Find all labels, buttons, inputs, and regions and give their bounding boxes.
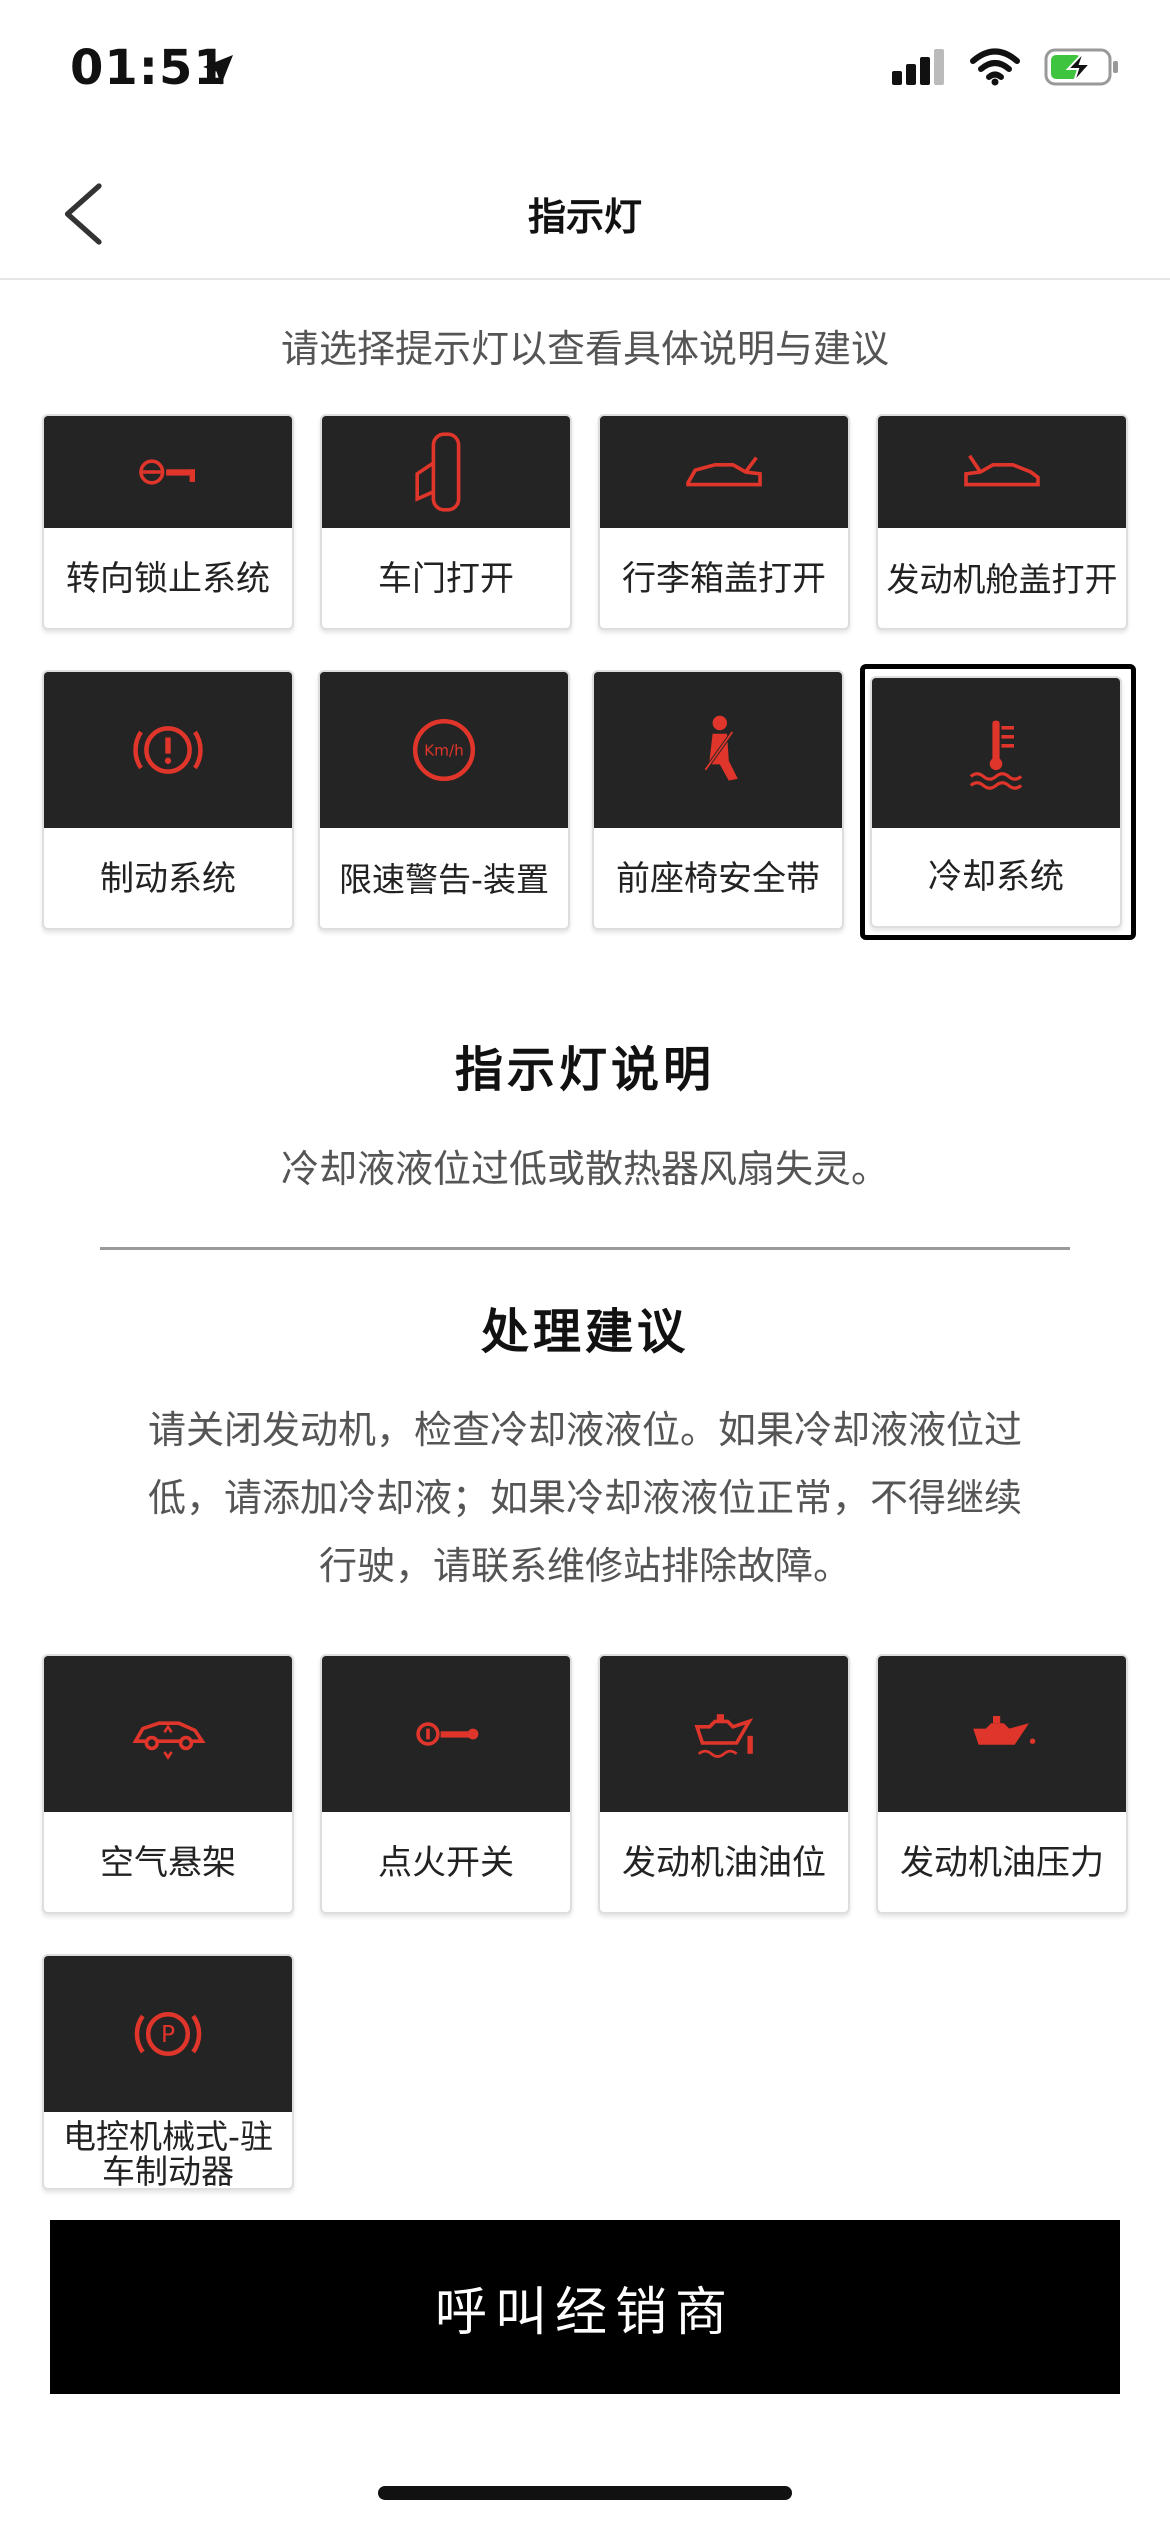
tile-label: 制动系统 — [100, 859, 236, 900]
call-dealer-button[interactable]: 呼叫经销商 — [50, 2220, 1120, 2394]
advice-text: 请关闭发动机，检查冷却液液位。如果冷却液液位过 低，请添加冷却液；如果冷却液液位… — [110, 1396, 1060, 1600]
brake-warning-icon — [133, 726, 203, 774]
tile-label: 行李箱盖打开 — [622, 559, 826, 600]
indicator-tile-hood-open[interactable]: 发动机舱盖打开 — [876, 414, 1128, 630]
battery-charging-icon — [1044, 48, 1118, 86]
speed-limit-icon: Km/h — [412, 718, 476, 782]
indicator-tile-brake-system[interactable]: 制动系统 — [42, 670, 294, 930]
tile-label: 点火开关 — [378, 1843, 514, 1884]
description-title: 指示灯说明 — [454, 1042, 715, 1098]
selection-hint: 请选择提示灯以查看具体说明与建议 — [280, 327, 889, 371]
tile-label: 转向锁止系统 — [66, 559, 270, 600]
location-arrow-icon — [203, 55, 233, 85]
tile-label: 电控机械式-驻车制动器 — [63, 2117, 273, 2190]
indicator-tile-door-open[interactable]: 车门打开 — [320, 414, 572, 630]
advice-title: 处理建议 — [480, 1304, 689, 1360]
oil-level-icon — [694, 1714, 754, 1758]
home-indicator[interactable] — [378, 2486, 792, 2500]
tile-label: 发动机舱盖打开 — [886, 559, 1118, 599]
indicator-tile-steering-lock[interactable]: 转向锁止系统 — [42, 414, 294, 630]
indicator-tile-cooling-system[interactable]: 冷却系统 — [870, 676, 1122, 928]
indicator-tile-parking-brake[interactable]: P 电控机械式-驻车制动器 — [42, 1954, 294, 2190]
page-title: 指示灯 — [527, 195, 642, 239]
navigation-bar: 指示灯 — [0, 150, 1170, 280]
hood-open-icon — [964, 454, 1040, 487]
tile-label: 车门打开 — [378, 559, 514, 600]
advice-line: 请关闭发动机，检查冷却液液位。如果冷却液液位过 — [147, 1408, 1022, 1452]
tile-label: 冷却系统 — [928, 857, 1064, 898]
oil-pressure-icon — [973, 1716, 1036, 1745]
description-text: 冷却液液位过低或散热器风扇失灵。 — [280, 1147, 889, 1191]
svg-text:Km/h: Km/h — [424, 741, 464, 759]
indicator-tile-ignition-switch[interactable]: 点火开关 — [320, 1654, 572, 1914]
indicator-tile-air-suspension[interactable]: 空气悬架 — [42, 1654, 294, 1914]
wifi-icon — [970, 48, 1020, 86]
door-open-icon — [415, 432, 461, 512]
tile-label: 发动机油压力 — [900, 1843, 1104, 1884]
indicator-tile-trunk-open[interactable]: 行李箱盖打开 — [598, 414, 850, 630]
advice-line: 低，请添加冷却液；如果冷却液液位正常，不得继续 — [147, 1476, 1022, 1520]
cellular-signal-icon — [892, 49, 944, 85]
steering-key-icon — [139, 459, 195, 485]
tile-label: 限速警告-装置 — [339, 859, 549, 899]
status-bar: 01:51 — [0, 0, 1170, 150]
tile-label: 前座椅安全带 — [616, 859, 820, 900]
svg-text:P: P — [161, 2020, 175, 2048]
section-divider — [100, 1247, 1070, 1250]
air-suspension-icon — [132, 1721, 206, 1760]
tile-label: 空气悬架 — [100, 1843, 236, 1884]
indicator-tile-oil-level[interactable]: 发动机油油位 — [598, 1654, 850, 1914]
indicator-tile-speed-limit[interactable]: Km/h 限速警告-装置 — [318, 670, 570, 930]
indicator-tile-oil-pressure[interactable]: 发动机油压力 — [876, 1654, 1128, 1914]
indicator-tile-seatbelt[interactable]: 前座椅安全带 — [592, 670, 844, 930]
ignition-key-icon — [416, 1722, 479, 1746]
tile-label: 发动机油油位 — [622, 1843, 826, 1884]
advice-line: 行驶，请联系维修站排除故障。 — [318, 1544, 851, 1588]
parking-brake-icon: P — [134, 2011, 202, 2057]
trunk-open-icon — [686, 456, 762, 487]
seatbelt-icon — [703, 715, 738, 781]
coolant-temperature-icon — [969, 720, 1023, 790]
